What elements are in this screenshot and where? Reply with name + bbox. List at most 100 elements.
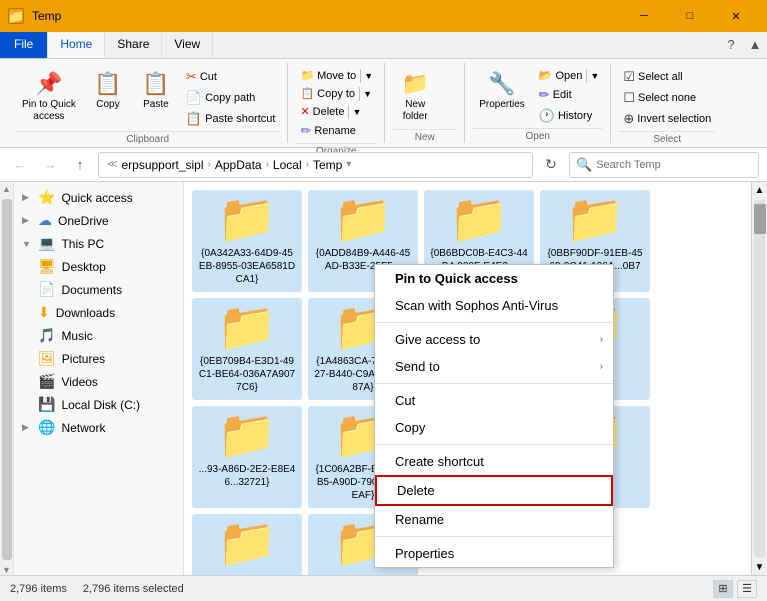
cut-button[interactable]: ✂ Cut bbox=[182, 67, 280, 87]
right-scrollbar: ▲ ▼ bbox=[751, 182, 767, 575]
left-scroll-down[interactable]: ▼ bbox=[2, 565, 11, 575]
close-button[interactable]: ✕ bbox=[713, 0, 759, 32]
ctx-scan[interactable]: Scan with Sophos Anti-Virus bbox=[375, 292, 613, 319]
nav-expand-quick: ▶ bbox=[22, 192, 32, 203]
nav-music[interactable]: 🎵 Music bbox=[14, 324, 183, 347]
nav-network[interactable]: ▶ 🌐 Network bbox=[14, 416, 183, 439]
nav-quick-access[interactable]: ▶ ⭐ Quick access bbox=[14, 186, 183, 209]
nav-downloads[interactable]: ⬇ Downloads bbox=[14, 301, 183, 324]
ribbon-collapse-button[interactable]: ▲ bbox=[743, 32, 767, 56]
delete-main[interactable]: ✕ Delete bbox=[296, 103, 348, 120]
move-to-arrow[interactable]: ▼ bbox=[360, 69, 376, 83]
ribbon-help-button[interactable]: ? bbox=[719, 32, 743, 56]
select-all-button[interactable]: ☑ Select all bbox=[619, 67, 715, 87]
delete-button[interactable]: ✕ Delete ▼ bbox=[296, 103, 376, 120]
nav-videos[interactable]: 🎬 Videos bbox=[14, 370, 183, 393]
view-large-icons-button[interactable]: ⊞ bbox=[713, 580, 733, 598]
window-icon: 📁 bbox=[8, 8, 24, 24]
invert-selection-button[interactable]: ⊕ Invert selection bbox=[619, 109, 715, 129]
ctx-cut[interactable]: Cut bbox=[375, 387, 613, 414]
open-button[interactable]: 📂 Open ▼ bbox=[535, 67, 603, 84]
ribbon-tabs: File Home Share View ? ▲ bbox=[0, 32, 767, 59]
path-local[interactable]: Local bbox=[273, 158, 302, 172]
view-details-button[interactable]: ☰ bbox=[737, 580, 757, 598]
path-dropdown-arrow[interactable]: ▾ bbox=[346, 159, 351, 170]
ctx-pin[interactable]: Pin to Quick access bbox=[375, 265, 613, 292]
search-icon: 🔍 bbox=[576, 157, 592, 173]
select-none-button[interactable]: ☐ Select none bbox=[619, 88, 715, 108]
back-button[interactable]: ← bbox=[8, 153, 32, 177]
nav-network-label: Network bbox=[61, 421, 105, 435]
context-menu: Pin to Quick access Scan with Sophos Ant… bbox=[374, 264, 614, 568]
move-to-button[interactable]: 📁 Move to ▼ bbox=[296, 67, 376, 84]
file-name: ...93-A86D-2E2-E8E46...32721} bbox=[198, 463, 296, 489]
nav-this-pc[interactable]: ▼ 💻 This PC bbox=[14, 232, 183, 255]
copy-button[interactable]: 📋 Copy bbox=[86, 67, 130, 115]
nav-pictures[interactable]: 🖼 Pictures bbox=[14, 347, 183, 370]
minimize-button[interactable]: ─ bbox=[621, 0, 667, 32]
maximize-button[interactable]: □ bbox=[667, 0, 713, 32]
ctx-send-to[interactable]: Send to › bbox=[375, 353, 613, 380]
list-item[interactable]: 📁 ...93-A86D-2E2-E8E46...32721} bbox=[192, 406, 302, 508]
properties-button[interactable]: 🔧 Properties bbox=[473, 67, 531, 115]
ctx-create-shortcut-label: Create shortcut bbox=[395, 454, 484, 469]
nav-documents[interactable]: 📄 Documents bbox=[14, 278, 183, 301]
edit-button[interactable]: ✏ Edit bbox=[535, 85, 603, 105]
ctx-delete[interactable]: Delete bbox=[375, 475, 613, 506]
paste-shortcut-button[interactable]: 📋 Paste shortcut bbox=[182, 109, 280, 129]
new-folder-button[interactable]: 📁 Newfolder bbox=[393, 67, 437, 127]
up-button[interactable]: ↑ bbox=[68, 153, 92, 177]
refresh-button[interactable]: ↻ bbox=[539, 153, 563, 177]
nav-desktop[interactable]: 🖥 Desktop bbox=[14, 255, 183, 278]
rename-button[interactable]: ✏ Rename bbox=[296, 121, 376, 141]
tab-home[interactable]: Home bbox=[48, 32, 105, 58]
path-erpsupport[interactable]: erpsupport_sipl bbox=[121, 158, 203, 172]
organize-small-btns: 📁 Move to ▼ 📋 Copy to ▼ bbox=[296, 67, 376, 141]
ctx-give-access[interactable]: Give access to › bbox=[375, 326, 613, 353]
nav-onedrive[interactable]: ▶ ☁ OneDrive bbox=[14, 209, 183, 232]
forward-button[interactable]: → bbox=[38, 153, 62, 177]
left-scroll-up[interactable]: ▲ bbox=[2, 184, 11, 194]
ctx-create-shortcut[interactable]: Create shortcut bbox=[375, 448, 613, 475]
scroll-up-button[interactable]: ▲ bbox=[752, 182, 767, 198]
list-item[interactable]: 📁 {0EB709B4-E3D1-49C1-BE64-036A7A9077C6} bbox=[192, 298, 302, 400]
ctx-copy[interactable]: Copy bbox=[375, 414, 613, 441]
path-sep1: › bbox=[208, 159, 211, 170]
path-temp[interactable]: Temp bbox=[313, 158, 342, 172]
copy-path-button[interactable]: 📄 Copy path bbox=[182, 88, 280, 108]
ctx-give-access-label: Give access to bbox=[395, 332, 480, 347]
nav-expand-thispc: ▼ bbox=[22, 239, 32, 249]
tab-share[interactable]: Share bbox=[105, 32, 162, 58]
path-appdata[interactable]: AppData bbox=[215, 158, 262, 172]
history-button[interactable]: 🕐 History bbox=[535, 106, 603, 126]
tab-view[interactable]: View bbox=[162, 32, 213, 58]
address-path[interactable]: ≪ erpsupport_sipl › AppData › Local › Te… bbox=[98, 152, 533, 178]
copy-to-main[interactable]: 📋 Copy to bbox=[296, 85, 359, 102]
list-item[interactable]: 📁 {0A342A33-64D9-45EB-8955-03EA6581DCA1} bbox=[192, 190, 302, 292]
ctx-properties[interactable]: Properties bbox=[375, 540, 613, 567]
copy-to-button[interactable]: 📋 Copy to ▼ bbox=[296, 85, 376, 102]
ctx-rename[interactable]: Rename bbox=[375, 506, 613, 533]
tab-file[interactable]: File bbox=[0, 32, 48, 58]
paste-button[interactable]: 📋 Paste bbox=[134, 67, 178, 115]
copy-to-icon: 📋 bbox=[300, 87, 314, 100]
open-main[interactable]: 📂 Open bbox=[535, 67, 587, 84]
address-bar: ← → ↑ ≪ erpsupport_sipl › AppData › Loca… bbox=[0, 148, 767, 182]
open-arrow[interactable]: ▼ bbox=[586, 69, 602, 83]
list-item[interactable]: 📁 ... bbox=[192, 514, 302, 575]
ribbon-group-clipboard: 📌 Pin to Quickaccess 📋 Copy 📋 Paste ✂ Cu… bbox=[8, 63, 288, 143]
delete-arrow[interactable]: ▼ bbox=[348, 105, 364, 119]
invert-icon: ⊕ bbox=[623, 111, 634, 127]
scroll-thumb[interactable] bbox=[754, 204, 766, 234]
ctx-send-to-arrow: › bbox=[600, 361, 603, 372]
nav-expand-network: ▶ bbox=[22, 422, 32, 433]
window-controls: ─ □ ✕ bbox=[621, 0, 759, 32]
copy-to-arrow[interactable]: ▼ bbox=[359, 87, 375, 101]
search-input[interactable] bbox=[596, 159, 752, 171]
scroll-down-button[interactable]: ▼ bbox=[752, 559, 767, 575]
pin-to-quick-access-button[interactable]: 📌 Pin to Quickaccess bbox=[16, 67, 82, 127]
move-to-main[interactable]: 📁 Move to bbox=[296, 67, 360, 84]
nav-downloads-label: Downloads bbox=[56, 306, 115, 320]
nav-local-disk[interactable]: 💾 Local Disk (C:) bbox=[14, 393, 183, 416]
file-name: {0A342A33-64D9-45EB-8955-03EA6581DCA1} bbox=[198, 247, 296, 286]
